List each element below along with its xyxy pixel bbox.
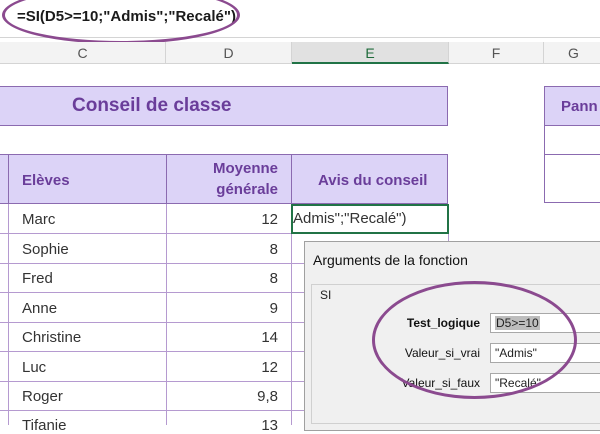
column-header-f[interactable]: F: [449, 42, 544, 64]
cell-student-name[interactable]: Roger: [22, 388, 63, 405]
column-divider: [291, 204, 292, 425]
header-moyenne-line2: générale: [216, 181, 278, 198]
cell-student-name[interactable]: Sophie: [22, 241, 69, 258]
function-name-label: SI: [320, 288, 332, 302]
cell-student-name[interactable]: Fred: [22, 270, 53, 287]
header-moyenne-line1: Moyenne: [212, 160, 278, 177]
active-cell-text[interactable]: Admis";"Recalé"): [293, 210, 407, 227]
header-divider: [291, 154, 292, 204]
cell-average[interactable]: 9,8: [257, 388, 278, 405]
cell-average[interactable]: 9: [270, 300, 278, 317]
header-divider: [8, 154, 9, 204]
cell-student-name[interactable]: Luc: [22, 359, 46, 376]
cell-average[interactable]: 8: [270, 241, 278, 258]
side-panel-cell[interactable]: [544, 155, 600, 203]
cell-student-name[interactable]: Anne: [22, 300, 57, 317]
column-divider: [166, 204, 167, 425]
column-header-d[interactable]: D: [166, 42, 292, 64]
cell-student-name[interactable]: Christine: [22, 329, 81, 346]
side-panel-title: Pann: [561, 98, 598, 115]
header-eleves: Elèves: [22, 172, 70, 189]
column-divider: [8, 204, 9, 425]
header-divider: [166, 154, 167, 204]
column-header-c[interactable]: C: [0, 42, 166, 64]
header-avis: Avis du conseil: [318, 172, 428, 189]
side-panel-cell[interactable]: [544, 126, 600, 155]
cell-average[interactable]: 14: [261, 329, 278, 346]
cell-average[interactable]: 13: [261, 417, 278, 434]
column-header-g[interactable]: G: [544, 42, 600, 64]
dialog-title: Arguments de la fonction: [313, 252, 468, 268]
cell-student-name[interactable]: Marc: [22, 211, 55, 228]
sheet-title: Conseil de classe: [72, 95, 232, 116]
cell-student-name[interactable]: Tifanie: [22, 417, 66, 434]
column-headers: C D E F G: [0, 42, 600, 64]
arguments-highlight-ellipse: [372, 281, 577, 399]
cell-average[interactable]: 8: [270, 270, 278, 287]
cell-average[interactable]: 12: [261, 211, 278, 228]
cell-average[interactable]: 12: [261, 359, 278, 376]
column-header-e[interactable]: E: [292, 42, 449, 64]
